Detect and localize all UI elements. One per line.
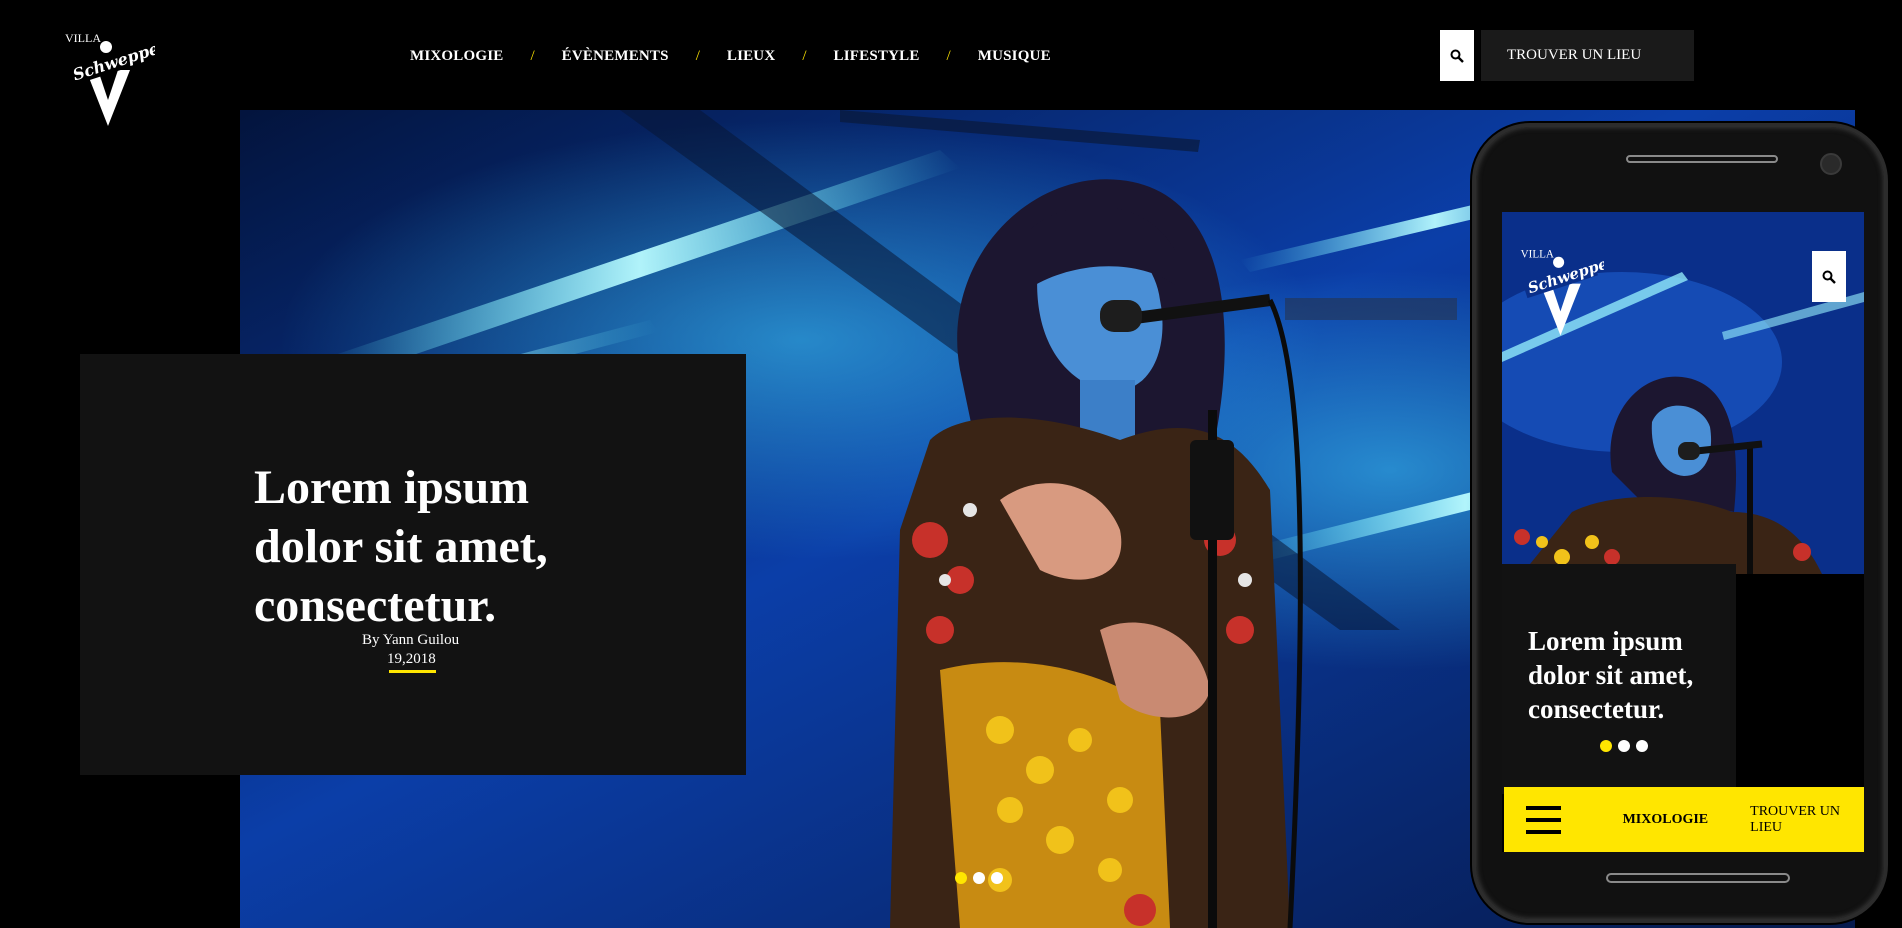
- svg-text:VILLA: VILLA: [65, 31, 101, 45]
- mobile-slide-dot-2[interactable]: [1618, 740, 1630, 752]
- nav-item-mixologie[interactable]: MIXOLOGIE: [410, 48, 503, 65]
- phone-camera: [1820, 153, 1842, 175]
- article-author: By Yann Guilou: [362, 632, 460, 648]
- nav-item-musique[interactable]: MUSIQUE: [978, 48, 1051, 65]
- nav-separator: /: [695, 47, 700, 64]
- svg-text:VILLA: VILLA: [1521, 249, 1554, 261]
- nav-separator: /: [530, 47, 535, 64]
- nav-separator: /: [946, 47, 951, 64]
- find-place-button[interactable]: TROUVER UN LIEU: [1481, 30, 1694, 81]
- mobile-bottom-bar: MIXOLOGIE TROUVER UN LIEU: [1504, 787, 1864, 852]
- mobile-slider-pagination: [1600, 740, 1648, 752]
- slide-dot-2[interactable]: [973, 872, 985, 884]
- nav-separator: /: [802, 47, 807, 64]
- phone-home-button: [1606, 873, 1790, 883]
- mobile-find-place-button[interactable]: TROUVER UN LIEU: [1750, 804, 1864, 836]
- article-card[interactable]: Lorem ipsum dolor sit amet, consectetur.…: [80, 354, 746, 775]
- phone-screen: VILLA Schweppes Lorem ipsum dolor sit am…: [1502, 212, 1864, 852]
- slide-dot-1[interactable]: [955, 872, 967, 884]
- nav-item-lieux[interactable]: LIEUX: [727, 48, 776, 65]
- mobile-search-button[interactable]: [1812, 251, 1846, 302]
- mobile-villa-schweppes-logo[interactable]: VILLA Schweppes: [1516, 242, 1604, 340]
- nav-item-evenements[interactable]: ÉVÈNEMENTS: [562, 48, 669, 65]
- mobile-slide-dot-3[interactable]: [1636, 740, 1648, 752]
- mobile-article-card[interactable]: Lorem ipsum dolor sit amet, consectetur.: [1502, 564, 1736, 794]
- phone-mockup: VILLA Schweppes Lorem ipsum dolor sit am…: [1472, 123, 1888, 923]
- main-nav: MIXOLOGIE / ÉVÈNEMENTS / LIEUX / LIFESTY…: [410, 42, 1051, 70]
- article-title[interactable]: Lorem ipsum dolor sit amet, consectetur.: [254, 458, 634, 635]
- slide-dot-3[interactable]: [991, 872, 1003, 884]
- villa-schweppes-logo[interactable]: VILLA Schweppes: [60, 28, 155, 128]
- slider-pagination: [955, 872, 1003, 884]
- mobile-slide-dot-1[interactable]: [1600, 740, 1612, 752]
- article-date: 19,2018: [387, 651, 436, 667]
- search-button[interactable]: [1440, 30, 1474, 81]
- date-underline: [389, 670, 436, 673]
- hamburger-menu-icon[interactable]: [1526, 805, 1561, 834]
- faded-banner: [1285, 298, 1457, 320]
- mobile-article-title[interactable]: Lorem ipsum dolor sit amet, consectetur.: [1528, 624, 1728, 726]
- search-icon: [1450, 49, 1464, 63]
- nav-item-lifestyle[interactable]: LIFESTYLE: [834, 48, 920, 65]
- search-icon: [1822, 270, 1836, 284]
- phone-speaker: [1626, 155, 1778, 163]
- mobile-nav-mixologie[interactable]: MIXOLOGIE: [1623, 812, 1709, 828]
